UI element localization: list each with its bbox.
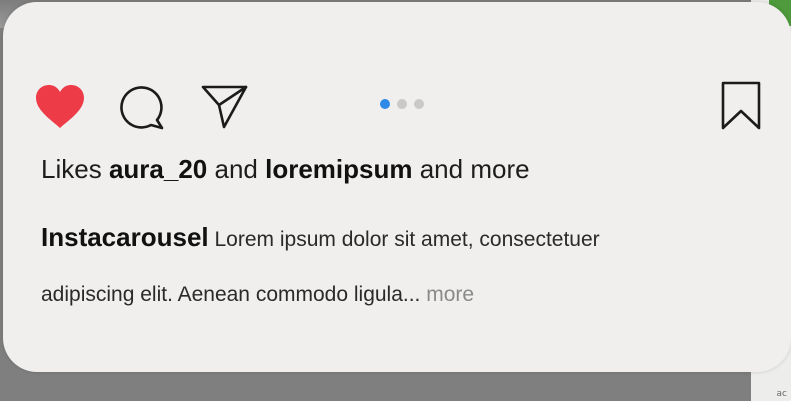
corner-text: ac [776, 389, 787, 399]
post-card: Likes aura_20 and loremipsum and more In… [3, 2, 791, 372]
likes-prefix: Likes [41, 154, 102, 184]
carousel-dot-3 [414, 99, 424, 109]
caption-line-2: adipiscing elit. Aenean commodo ligula..… [41, 283, 474, 307]
like-user-2[interactable]: loremipsum [265, 154, 412, 184]
more-link[interactable]: more [426, 283, 474, 306]
like-user-1[interactable]: aura_20 [109, 154, 207, 184]
caption-line-1: Instacarousel Lorem ipsum dolor sit amet… [41, 222, 600, 253]
likes-line: Likes aura_20 and loremipsum and more [41, 154, 530, 185]
comment-icon[interactable] [117, 82, 169, 132]
paper-plane-icon[interactable] [199, 82, 251, 130]
caption-text-2: adipiscing elit. Aenean commodo ligula..… [41, 283, 421, 306]
caption-username[interactable]: Instacarousel [41, 222, 209, 252]
caption-text-1: Lorem ipsum dolor sit amet, consectetuer [214, 228, 600, 251]
carousel-dot-1 [380, 99, 390, 109]
bookmark-icon[interactable] [715, 80, 767, 132]
likes-suffix[interactable]: and more [420, 154, 530, 184]
carousel-dot-2 [397, 99, 407, 109]
heart-icon[interactable] [34, 84, 86, 130]
carousel-indicator [380, 99, 424, 109]
likes-and: and [214, 154, 258, 184]
